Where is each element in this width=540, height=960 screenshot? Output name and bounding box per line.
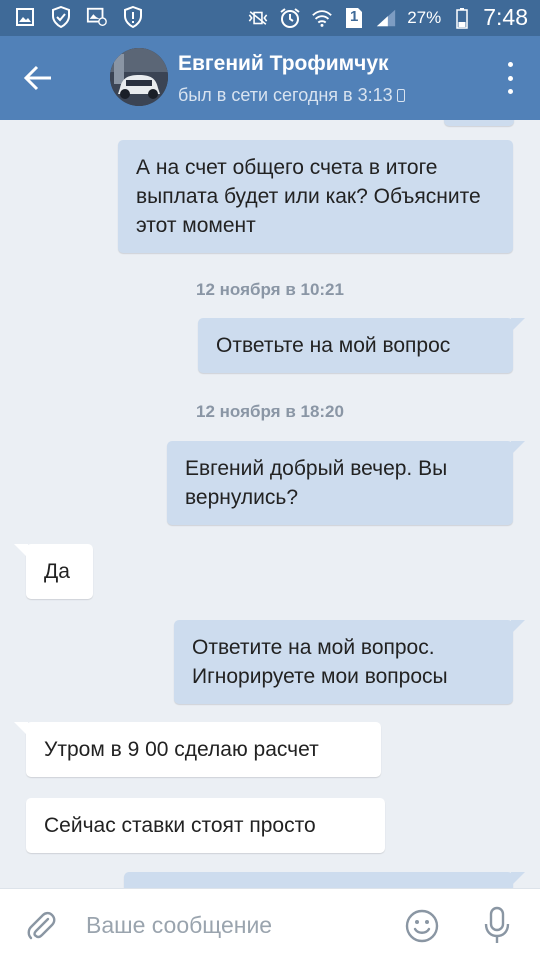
message-outgoing-partial[interactable] [124,872,525,888]
message-text: Утром в 9 00 сделаю расчет [44,738,319,761]
smiley-icon [405,909,439,943]
message-outgoing[interactable]: Евгений добрый вечер. Вы вернулись? [167,441,525,525]
system-indicators: 1 27% 7:48 [247,4,528,31]
message-outgoing[interactable]: Ответите на мой вопрос. Игнорируете мои … [174,620,525,704]
clock: 7:48 [483,4,528,30]
message-list[interactable]: А на счет общего счета в итоге выплата б… [0,120,540,888]
message-outgoing[interactable]: Ответьте на мой вопрос [198,318,525,373]
message-text: Ответьте на мой вопрос [216,334,451,357]
message-incoming[interactable]: Сейчас ставки стоят просто [26,798,385,853]
message-text: Ответите на мой вопрос. Игнорируете мои … [192,636,448,688]
notification-icons [14,6,144,28]
more-vertical-icon [507,62,513,67]
date-separator: 12 ноября в 18:20 [196,402,344,421]
microphone-icon [484,906,510,943]
image-mail-icon [86,6,108,28]
emoji-button[interactable] [404,908,440,944]
last-seen-status: был в сети сегодня в 3:13 [178,85,405,106]
microphone-button[interactable] [482,905,512,947]
sim-card-icon: 1 [343,7,365,29]
date-separator: 12 ноября в 10:21 [196,280,344,299]
mobile-icon [396,89,405,102]
more-menu-button[interactable] [504,62,516,94]
message-text: А на счет общего счета в итоге выплата б… [136,156,481,237]
message-text: Да [44,560,70,583]
message-input[interactable] [86,903,386,947]
message-outgoing[interactable]: А на счет общего счета в итоге выплата б… [118,140,513,253]
battery-percent: 27% [407,7,442,27]
composer [0,888,540,960]
message-text: Сейчас ставки стоят просто [44,814,316,837]
message-text: Евгений добрый вечер. Вы вернулись? [185,457,448,509]
attach-button[interactable] [24,909,58,943]
shield-check-icon [50,6,72,28]
battery-icon [451,7,473,29]
wifi-icon [311,7,333,29]
message-incoming[interactable]: Утром в 9 00 сделаю расчет [14,722,381,777]
back-button[interactable] [20,60,56,96]
message-incoming[interactable]: Да [14,544,93,599]
sim-slot-label: 1 [350,7,359,25]
vibrate-mute-icon [247,7,269,29]
message-outgoing-partial[interactable] [444,120,514,126]
contact-name[interactable]: Евгений Трофимчук [178,52,389,76]
chat-header: Евгений Трофимчук был в сети сегодня в 3… [0,36,540,120]
paperclip-icon [27,911,56,940]
gallery-icon [14,6,36,28]
last-seen-text: был в сети сегодня в 3:13 [178,85,393,105]
alarm-icon [279,7,301,29]
signal-icon [375,7,397,29]
status-bar: 1 27% 7:48 [0,0,540,36]
arrow-left-icon [23,65,51,91]
avatar[interactable] [110,48,168,106]
alert-shield-icon [122,6,144,28]
